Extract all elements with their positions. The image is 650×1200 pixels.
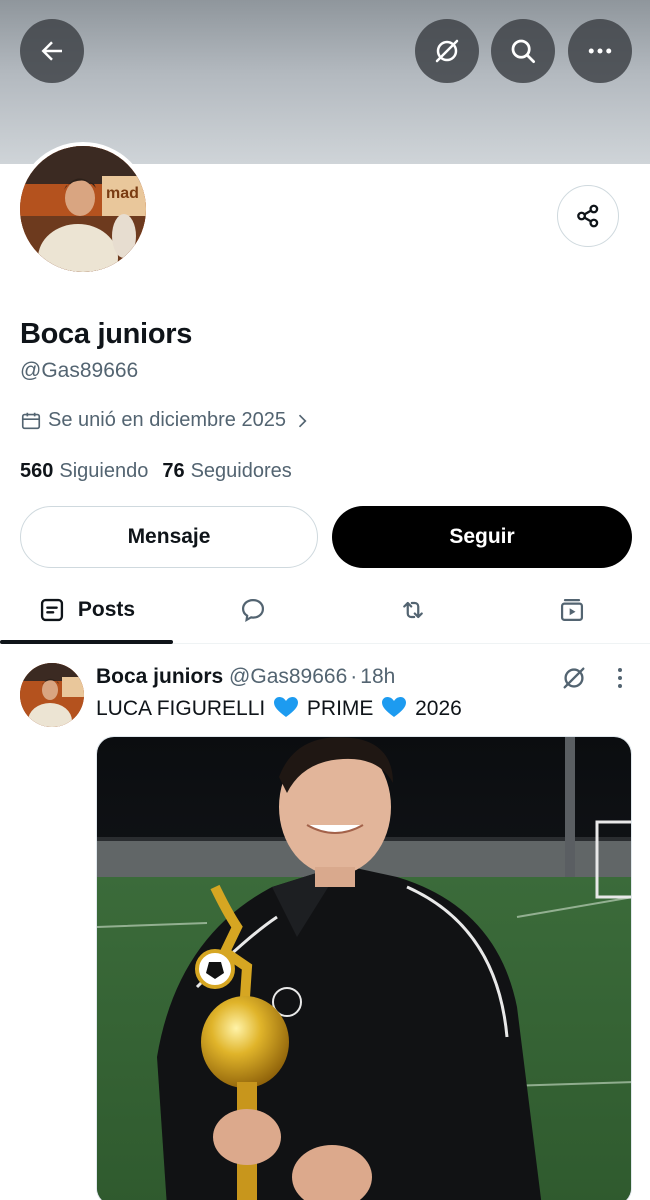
back-button[interactable] <box>20 19 84 83</box>
post-author-name[interactable]: Boca juniors <box>96 665 223 688</box>
blue-heart-icon <box>382 697 407 717</box>
post-photo <box>97 737 631 1200</box>
grok-icon <box>435 39 459 63</box>
profile-display-name: Boca juniors <box>20 318 193 350</box>
calendar-icon <box>21 412 41 429</box>
following-label: Siguiendo <box>59 460 149 482</box>
share-icon <box>577 204 599 228</box>
post-separator: · <box>350 665 358 688</box>
post-text-part2: PRIME <box>306 697 374 720</box>
arrow-left-icon <box>41 41 62 61</box>
followers-link[interactable]: 76 Seguidores <box>162 460 291 483</box>
profile-banner[interactable] <box>0 0 650 164</box>
profile-tabs: Posts <box>0 578 650 644</box>
post-text-part3: 2026 <box>415 697 462 720</box>
joined-date[interactable]: Se unió en diciembre 2025 <box>20 409 312 432</box>
tab-reposts[interactable] <box>333 578 493 642</box>
active-tab-indicator <box>0 640 173 644</box>
post-header: Boca juniors @Gas89666 · 18h <box>96 665 395 689</box>
search-button[interactable] <box>491 19 555 83</box>
following-link[interactable]: 560 Siguiendo <box>20 460 148 483</box>
avatar-sign-text: mad <box>106 185 139 202</box>
tab-replies[interactable] <box>173 578 333 642</box>
joined-text: Se unió en diciembre 2025 <box>48 409 286 431</box>
blue-heart-icon <box>274 697 299 717</box>
grok-button[interactable] <box>415 19 479 83</box>
message-button[interactable]: Mensaje <box>20 506 318 568</box>
posts-icon <box>40 598 63 622</box>
tab-media[interactable] <box>493 578 650 642</box>
follow-button[interactable]: Seguir <box>332 506 632 568</box>
following-count: 560 <box>20 460 54 482</box>
replies-icon <box>241 598 265 623</box>
more-horizontal-icon <box>588 48 612 54</box>
post-author-avatar[interactable] <box>20 663 84 727</box>
share-button[interactable] <box>557 185 619 247</box>
post-text: LUCA FIGURELLI PRIME 2026 <box>96 696 462 721</box>
followers-label: Seguidores <box>190 460 292 482</box>
follow-stats: 560 Siguiendo 76 Seguidores <box>20 460 292 483</box>
post-author-handle[interactable]: @Gas89666 <box>229 665 347 688</box>
avatar-photo: mad <box>20 146 146 272</box>
followers-count: 76 <box>162 460 185 482</box>
reposts-icon <box>403 601 423 619</box>
post-grok-icon[interactable] <box>560 664 588 692</box>
tab-posts-label: Posts <box>77 598 136 621</box>
profile-handle: @Gas89666 <box>20 359 139 382</box>
search-icon <box>511 39 535 63</box>
media-icon <box>560 598 583 622</box>
post-time[interactable]: 18h <box>360 665 395 688</box>
post-text-part1: LUCA FIGURELLI <box>96 697 266 720</box>
profile-avatar[interactable]: mad <box>16 142 150 276</box>
tab-posts[interactable]: Posts <box>0 578 173 642</box>
post-image[interactable] <box>96 736 632 1200</box>
more-button[interactable] <box>568 19 632 83</box>
chevron-right-icon <box>298 414 307 427</box>
post-more-icon[interactable] <box>608 664 632 692</box>
